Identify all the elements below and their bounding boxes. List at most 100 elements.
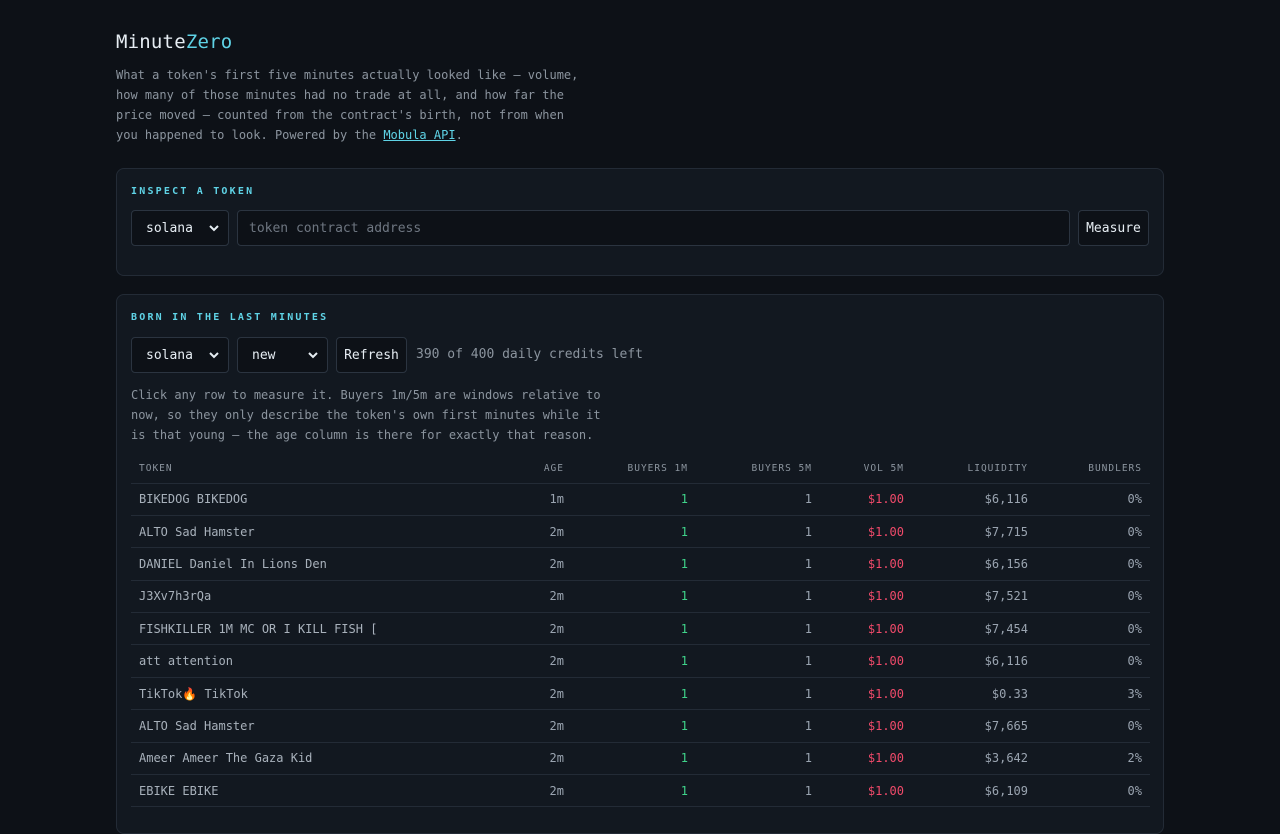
born-chain-select[interactable]: solana [131,337,229,373]
cell-vol-5m: $1.00 [820,677,912,711]
cell-age: 2m [483,677,572,711]
table-row[interactable]: ALTO Sad Hamster 2m 1 1 $1.00 $7,665 0% [131,709,1150,743]
cell-token: Ameer Ameer The Gaza Kid [131,742,483,776]
cell-liquidity: $6,116 [912,644,1036,678]
cell-buyers-5m: 1 [696,547,820,581]
cell-token: att attention [131,644,483,678]
cell-buyers-1m: 1 [572,580,696,614]
cell-token: TikTok🔥 TikTok [131,677,483,711]
cell-buyers-5m: 1 [696,644,820,678]
cell-token: EBIKE EBIKE [131,774,483,808]
inspect-panel: INSPECT A TOKEN solana token contract ad… [116,168,1164,276]
cell-vol-5m: $1.00 [820,709,912,743]
chevron-down-icon [308,352,318,359]
table-row[interactable]: BIKEDOG BIKEDOG 1m 1 1 $1.00 $6,116 0% [131,483,1150,516]
cell-age: 1m [483,483,572,516]
cell-vol-5m: $1.00 [820,774,912,808]
cell-age: 2m [483,644,572,678]
born-panel: BORN IN THE LAST MINUTES solana new Refr… [116,294,1164,834]
cell-age: 2m [483,515,572,549]
measure-button[interactable]: Measure [1078,210,1149,246]
cell-buyers-5m: 1 [696,709,820,743]
cell-bundlers: 0% [1036,612,1150,646]
born-panel-title: BORN IN THE LAST MINUTES [131,312,329,323]
cell-liquidity: $6,156 [912,547,1036,581]
table-row[interactable]: TikTok🔥 TikTok 2m 1 1 $1.00 $0.33 3% [131,677,1150,711]
cell-vol-5m: $1.00 [820,742,912,776]
cell-buyers-1m: 1 [572,515,696,549]
cell-buyers-1m: 1 [572,644,696,678]
inspect-chain-value: solana [146,220,193,236]
table-header-row: TOKEN AGE BUYERS 1M BUYERS 5M VOL 5M LIQ… [131,455,1150,484]
refresh-button[interactable]: Refresh [336,337,407,373]
cell-liquidity: $6,116 [912,483,1036,516]
cell-liquidity: $3,642 [912,742,1036,776]
cell-bundlers: 0% [1036,774,1150,808]
cell-vol-5m: $1.00 [820,580,912,614]
cell-buyers-1m: 1 [572,774,696,808]
cell-vol-5m: $1.00 [820,515,912,549]
col-header-token[interactable]: TOKEN [131,455,483,484]
inspect-chain-select[interactable]: solana [131,210,229,246]
col-header-bundlers[interactable]: BUNDLERS [1036,455,1150,484]
cell-liquidity: $7,521 [912,580,1036,614]
cell-token: J3Xv7h3rQa [131,580,483,614]
table-row[interactable]: att attention 2m 1 1 $1.00 $6,116 0% [131,644,1150,678]
cell-bundlers: 2% [1036,742,1150,776]
cell-token: BIKEDOG BIKEDOG [131,483,483,516]
cell-age: 2m [483,774,572,808]
cell-age: 2m [483,547,572,581]
table-row[interactable]: DANIEL Daniel In Lions Den 2m 1 1 $1.00 $6,15… [131,547,1150,581]
cell-token: FISHKILLER 1M MC OR I KILL FISH [ [131,612,483,646]
cell-buyers-1m: 1 [572,547,696,581]
app-title-main: Minute [116,31,186,53]
cell-age: 2m [483,612,572,646]
sort-value: new [252,347,276,363]
cell-buyers-5m: 1 [696,515,820,549]
cell-buyers-1m: 1 [572,483,696,516]
cell-liquidity: $7,665 [912,709,1036,743]
col-header-buyers-5m[interactable]: BUYERS 5M [696,455,820,484]
inspect-panel-title: INSPECT A TOKEN [131,186,255,197]
sort-select[interactable]: new [237,337,328,373]
cell-vol-5m: $1.00 [820,644,912,678]
col-header-liquidity[interactable]: LIQUIDITY [912,455,1036,484]
cell-buyers-5m: 1 [696,483,820,516]
table-row[interactable]: J3Xv7h3rQa 2m 1 1 $1.00 $7,521 0% [131,580,1150,614]
chevron-down-icon [209,352,219,359]
cell-buyers-5m: 1 [696,774,820,808]
intro-body: What a token's first five minutes actual… [116,68,579,142]
mobula-api-link[interactable]: Mobula API [383,128,455,142]
cell-token: ALTO Sad Hamster [131,709,483,743]
cell-buyers-5m: 1 [696,742,820,776]
intro-end: . [455,128,463,142]
table-row[interactable]: Ameer Ameer The Gaza Kid 2m 1 1 $1.00 $3,642 2… [131,742,1150,776]
table-row[interactable]: ALTO Sad Hamster 2m 1 1 $1.00 $7,715 0% [131,515,1150,549]
cell-buyers-1m: 1 [572,677,696,711]
cell-buyers-1m: 1 [572,709,696,743]
cell-bundlers: 0% [1036,515,1150,549]
cell-bundlers: 0% [1036,580,1150,614]
cell-bundlers: 0% [1036,709,1150,743]
token-address-input[interactable]: token contract address [237,210,1070,246]
cell-vol-5m: $1.00 [820,483,912,516]
cell-buyers-5m: 1 [696,580,820,614]
cell-bundlers: 3% [1036,677,1150,711]
cell-vol-5m: $1.00 [820,547,912,581]
app-title-accent: Zero [185,31,233,53]
col-header-age[interactable]: AGE [483,455,572,484]
table-row[interactable]: EBIKE EBIKE 2m 1 1 $1.00 $6,109 0% [131,774,1150,808]
cell-liquidity: $6,109 [912,774,1036,808]
cell-liquidity: $7,715 [912,515,1036,549]
token-address-placeholder: token contract address [249,220,422,236]
col-header-buyers-1m[interactable]: BUYERS 1M [572,455,696,484]
chevron-down-icon [209,225,219,232]
cell-liquidity: $0.33 [912,677,1036,711]
cell-age: 2m [483,742,572,776]
table-row[interactable]: FISHKILLER 1M MC OR I KILL FISH [2m 1 1 $1.… [131,612,1150,646]
cell-token: DANIEL Daniel In Lions Den [131,547,483,581]
cell-liquidity: $7,454 [912,612,1036,646]
col-header-vol-5m[interactable]: VOL 5M [820,455,912,484]
intro-text: What a token's first five minutes actual… [116,65,586,145]
cell-bundlers: 0% [1036,644,1150,678]
